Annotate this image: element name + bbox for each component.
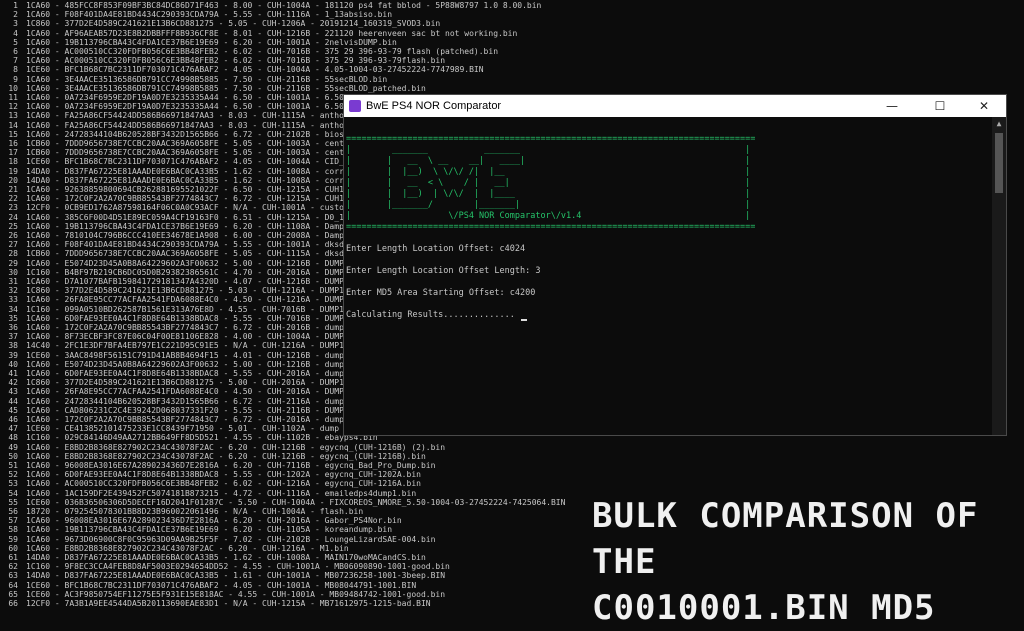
row-text: 1CB60 - 7DDD9656738E7CCBC20AAC369A6058FE… xyxy=(26,139,349,148)
banner-border-bottom: ========================================… xyxy=(346,222,756,232)
row-text: 1CA60 - 24728344104B620528BF3432D1565B66… xyxy=(26,129,349,139)
row-text: 1CA60 - E8BD2B8368E827902C234C43078F2AC … xyxy=(26,543,349,553)
row-text: 1CE60 - BFC1B68C7BC2311DF703071C476ABAF2… xyxy=(26,157,349,167)
row-text: 1CA60 - 172C0F2A2A70C9BB85543BF2774843C7… xyxy=(26,323,349,332)
row-text: 1CE60 - BFC1B68C7BC2311DF703071C476ABAF2… xyxy=(26,65,484,75)
list-row: 66 12CF0 - 7A3B1A9EE4544DA5B20113690EAE83… xyxy=(0,599,431,609)
comparator-window[interactable]: BwE PS4 NOR Comparator — ☐ ✕ ===========… xyxy=(343,94,1007,436)
banner-logo-line: | | __ < \ / | __| | xyxy=(346,178,751,188)
row-text: 1C160 - 029C84146D49AA2712BB649FF8D5D521… xyxy=(26,433,378,443)
caption-line-1: BULK COMPARISON OF THE xyxy=(592,496,979,582)
scroll-thumb[interactable] xyxy=(995,133,1003,193)
row-text: 1CA60 - 1AC159DF2E439452FC5074181B873215… xyxy=(26,488,417,498)
row-text: 1CA60 - AC000510CC320FDFB056C6E3BB48FEB2… xyxy=(26,479,421,489)
banner-border-top: ========================================… xyxy=(346,134,756,144)
row-text: 1CA60 - 19B113796CBA43C4FDA1CE37B6E19E69… xyxy=(26,37,397,47)
row-text: 1CA60 - 3E4AACE35136586DB791CC74998B5885… xyxy=(26,74,388,84)
row-text: 1CA60 - D7A1077BAFB159841729181347A4320D… xyxy=(26,277,349,286)
row-text: 1CB60 - 7DDD9656738E7CCBC20AAC369A6058FE… xyxy=(26,148,349,158)
row-number: 66 xyxy=(8,599,18,608)
banner-logo-line: | | |__) | \/\/ | |____ | xyxy=(346,189,751,199)
row-text: 1C160 - 9F8EC3CCA4FEB8D8AF5003E0294654DD… xyxy=(26,562,450,572)
row-text: 1CA60 - 172C0F2A2A70C9BB85543BF2774843C7… xyxy=(26,415,349,424)
banner-subtitle: | \/PS4 NOR Comparator\/v1.4 | xyxy=(346,211,751,221)
row-text: 1CA60 - 9673D06900C8F0C95963D09AA9B25F5F… xyxy=(26,534,436,544)
prompt-length-size: Enter Length Location Offset Length: 3 xyxy=(346,266,541,276)
row-text: 1CA60 - 24728344104B620528BF3432D1565B66… xyxy=(26,396,349,406)
row-text: 1CA60 - 0A7234F6959E2DF19A0D7E3235335A44… xyxy=(26,93,344,102)
banner-logo-line: | | |__) \ \/\/ /| |__ | xyxy=(346,167,751,177)
row-text: 1CA60 - 172C0F2A2A70C9BB85543BF2774843C7… xyxy=(26,194,349,204)
status-text: Calculating Results.............. xyxy=(346,310,515,320)
row-text: 1CE60 - CE413852101475233E1CC8439F71950 … xyxy=(26,424,340,434)
console-scrollbar[interactable]: ▲ xyxy=(992,117,1006,435)
row-text: 1CA60 - 6D0FAE93EE0A4C1F8D8E64B1338BDAC8… xyxy=(26,313,349,323)
window-titlebar[interactable]: BwE PS4 NOR Comparator — ☐ ✕ xyxy=(344,95,1006,117)
row-text: 1CE60 - 3AAC8498F56151C791D41AB8B4694F15… xyxy=(26,350,349,360)
prompt-md5-offset: Enter MD5 Area Starting Offset: c4200 xyxy=(346,288,536,298)
row-text: 1CA60 - 96008EA3016E67A289023436D7E2816A… xyxy=(26,461,436,470)
row-text: 1CA60 - E5074D23D45A0B8A64229602A3F00632… xyxy=(26,258,349,268)
row-text: 14DA0 - D837FA67225E81AAADE0E6BAC0CA33B5… xyxy=(26,553,426,562)
row-text: 1CE60 - BFC1B68C7BC2311DF703071C476ABAF2… xyxy=(26,580,417,590)
row-text: 14DA0 - D837FA67225E81AAADE0E6BAC0CA33B5… xyxy=(26,571,446,581)
banner-logo-line: | |_______/ |_______| | xyxy=(346,200,751,210)
row-text: 1C160 - 099A0510BD262587B1561E313A76E8D … xyxy=(26,304,344,314)
maximize-button[interactable]: ☐ xyxy=(922,95,958,117)
row-text: 1C160 - B4BF97B219CB6DC05D0B29382386561C… xyxy=(26,267,349,277)
row-text: 1CA60 - F08F401DA4E81BD4434C290393CDA79A… xyxy=(26,240,349,250)
row-text: 1CA60 - FA25A86CF54424DD586B66971847AA3 … xyxy=(26,111,344,121)
row-text: 1CA60 - 6D0FAE93EE0A4C1F8D8E64B1338BDAC8… xyxy=(26,369,349,378)
row-text: 1CA60 - AC000510CC320FDFB056C6E3BB48FEB2… xyxy=(26,56,446,66)
row-text: 1CE60 - 036B36506306D5DECEF16D2041F01287… xyxy=(26,497,566,507)
row-text: 1CA60 - 19B113796CBA43C4FDA1CE37B6E19E69… xyxy=(26,525,393,535)
row-text: 1CE60 - AC3F9850754EF11275E5F931E15E818A… xyxy=(26,589,446,599)
row-text: 14DA0 - D837FA67225E81AAADE0E6BAC0CA33B5… xyxy=(26,175,349,185)
app-icon xyxy=(349,100,361,112)
row-text: 1CA60 - 3E4AACE35136586DB791CC74998B5885… xyxy=(26,83,426,93)
row-text: 1CA60 - 96008EA3016E67A289023436D7E2816A… xyxy=(26,516,402,526)
row-text: 1CA60 - F08F401DA4E81BD4434C290393CDA79A… xyxy=(26,10,393,20)
row-text: 1CA60 - 26FA8E95CC77ACFAA2541FDA6088E4C0… xyxy=(26,295,349,305)
row-text: 1C860 - 377D2E4D589C241621E13B6CD881275 … xyxy=(26,19,441,29)
row-text: 1CA60 - AC000510CC320FDFB056C6E3BB48FEB2… xyxy=(26,47,499,56)
banner-logo-line: | _______ _______ | xyxy=(346,145,751,155)
row-text: 1CA60 - FA25A86CF54424DD586B66971847AA3 … xyxy=(26,120,344,130)
prompt-length-offset: Enter Length Location Offset: c4024 xyxy=(346,244,526,254)
close-button[interactable]: ✕ xyxy=(966,95,1002,117)
row-text: 1CA60 - 6D0FAE93EE0A4C1F8D8E64B1338BDAC8… xyxy=(26,470,421,480)
row-text: 1CA60 - 26FA8E95CC77ACFAA2541FDA6088E4C0… xyxy=(26,387,349,397)
row-text: 1CA60 - AF96AEAB57D23E8B2DBBFFF8B936CF8E… xyxy=(26,28,518,38)
row-text: 1CA60 - E8BD2B8368E827902C234C43078F2AC … xyxy=(26,442,446,452)
caption: BULK COMPARISON OF THE C0010001.BIN MD5 xyxy=(592,493,1012,631)
row-text: 1CA60 - 0A7234F6959E2DF19A0D7E3235335A44… xyxy=(26,102,344,112)
row-text: 1CA60 - E8BD2B8368E827902C234C43078F2AC … xyxy=(26,451,426,461)
row-text: 12CF0 - 0CB9ED1762A87598164F06C0A0C93ACF… xyxy=(26,203,349,213)
banner-logo-line: | | __ \ __ __| ____| | xyxy=(346,156,751,166)
minimize-button[interactable]: — xyxy=(874,95,910,117)
caption-line-2: C0010001.BIN MD5 xyxy=(592,588,936,628)
row-text: 1CA60 - E5074D23D45A0B8A64229602A3F00632… xyxy=(26,359,349,369)
row-text: 14DA0 - D837FA67225E81AAADE0E6BAC0CA33B5… xyxy=(26,166,349,176)
row-text: 1CA60 - 92638859800694CB262881695521022F… xyxy=(26,185,349,194)
row-text: 14C40 - 2FC1E3DF7BFA4EB797E1C221D95C91E5… xyxy=(26,341,344,351)
row-text: 1CA60 - CAD806231C2C4E39242D068037331F20… xyxy=(26,405,349,415)
row-text: 1CB60 - 7DDD9656738E7CCBC20AAC369A6058FE… xyxy=(26,249,349,259)
row-text: 1CA60 - 485FCC8F853F09BF3BC84DC86D71F463… xyxy=(26,1,542,10)
row-text: 1CA60 - 385C6F00D4D51E89EC059A4CF19163F0… xyxy=(26,212,344,222)
text-cursor xyxy=(520,319,527,321)
row-text: 1C860 - 377D2E4D589C241621E13B6CD881275 … xyxy=(26,378,344,388)
row-text: 1CA60 - 19B113796CBA43C4FDA1CE37B6E19E69… xyxy=(26,221,344,231)
row-text: 18720 - 0792545078301BB8D23B960022061496… xyxy=(26,507,364,516)
row-text: 1CA60 - 8F73ECBF3FC87E06C04F00E81106E828… xyxy=(26,332,349,342)
window-title: BwE PS4 NOR Comparator xyxy=(366,100,502,112)
scroll-up-icon[interactable]: ▲ xyxy=(992,117,1006,131)
row-text: 1C860 - 377D2E4D589C241621E13B6CD881275 … xyxy=(26,286,344,296)
row-text: 12CF0 - 7A3B1A9EE4544DA5B20113690EAE83D1… xyxy=(26,599,431,608)
row-text: 1CA60 - 7810104C796B6CCC410EE34678E1A908… xyxy=(26,231,344,240)
console-output[interactable]: ========================================… xyxy=(344,117,992,435)
